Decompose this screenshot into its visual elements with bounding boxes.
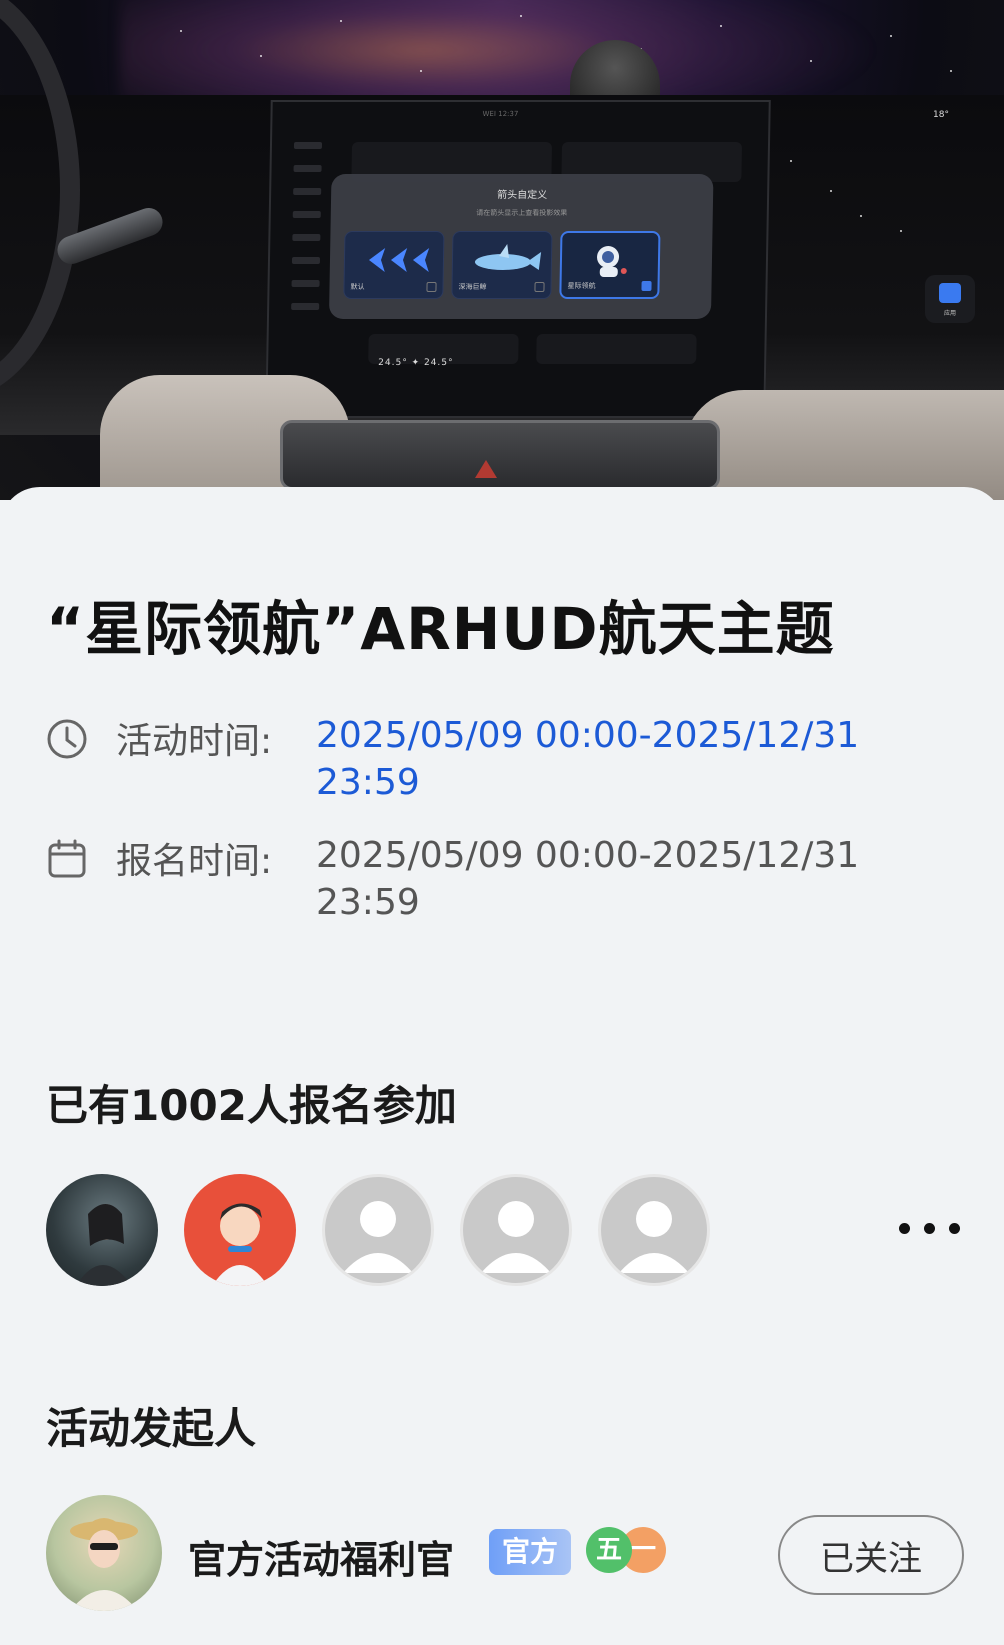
avatar[interactable]: [184, 1174, 296, 1286]
clock-icon: [47, 719, 87, 759]
activity-title: “星际领航”ARHUD航天主题: [46, 595, 835, 663]
avatar[interactable]: [46, 1174, 158, 1286]
settings-menu: [290, 142, 334, 372]
apps-grid-icon: [939, 283, 961, 303]
activity-time-label: 活动时间:: [116, 721, 273, 762]
default-avatar-icon[interactable]: [460, 1174, 572, 1286]
official-badge: 官方: [489, 1529, 571, 1575]
organizer-name[interactable]: 官方活动福利官: [188, 1529, 454, 1584]
organizer-avatar[interactable]: [46, 1495, 162, 1611]
arrow-chevrons-icon: [368, 248, 430, 272]
calendar-icon: [48, 839, 86, 878]
level-badge: 一 五: [586, 1527, 670, 1577]
hero-image: WEI 12:37 箭头自定义 请在箭头显示上查看投影效果 默认 深海巨鲸 星际…: [0, 0, 1004, 500]
organizer-row: 官方活动福利官 官方 一 五 已关注: [46, 1495, 966, 1613]
organizer-title: 活动发起人: [46, 1404, 257, 1453]
follow-button[interactable]: 已关注: [778, 1515, 964, 1595]
activity-card: “星际领航”ARHUD航天主题 活动时间: 2025/05/09 00:00-2…: [0, 487, 1004, 1645]
arrow-option-interstellar: 星际领航: [559, 231, 661, 299]
car-infotainment-screen: WEI 12:37 箭头自定义 请在箭头显示上查看投影效果 默认 深海巨鲸 星际…: [265, 100, 771, 418]
arrow-option-default: 默认: [343, 231, 445, 299]
signup-time-label: 报名时间:: [116, 841, 273, 882]
signup-time-value: 2025/05/09 00:00-2025/12/31 23:59: [316, 835, 860, 923]
apps-button: 应用: [925, 275, 975, 323]
weather-status: 18°: [933, 110, 949, 120]
popup-subtitle: 请在箭头显示上查看投影效果: [476, 209, 568, 217]
default-avatar-icon[interactable]: [322, 1174, 434, 1286]
activity-time-value: 2025/05/09 00:00-2025/12/31 23:59: [316, 715, 860, 803]
more-dots-icon[interactable]: [895, 1197, 965, 1257]
default-avatar-icon[interactable]: [598, 1174, 710, 1286]
screen-status: WEI 12:37: [482, 110, 519, 118]
popup-title: 箭头自定义: [497, 190, 548, 201]
arrow-customize-popup: 箭头自定义 请在箭头显示上查看投影效果 默认 深海巨鲸 星际领航: [328, 174, 714, 319]
astronaut-icon: [597, 246, 627, 277]
passenger-seat: [684, 390, 1004, 500]
hazard-button-icon: [475, 460, 497, 478]
whale-icon: [474, 244, 542, 270]
air-vent: [280, 420, 720, 490]
participants-count: 已有1002人报名参加: [46, 1081, 457, 1130]
climate-bar: 24.5° ✦ 24.5°: [378, 358, 454, 368]
arrow-option-whale: 深海巨鲸: [451, 231, 553, 299]
